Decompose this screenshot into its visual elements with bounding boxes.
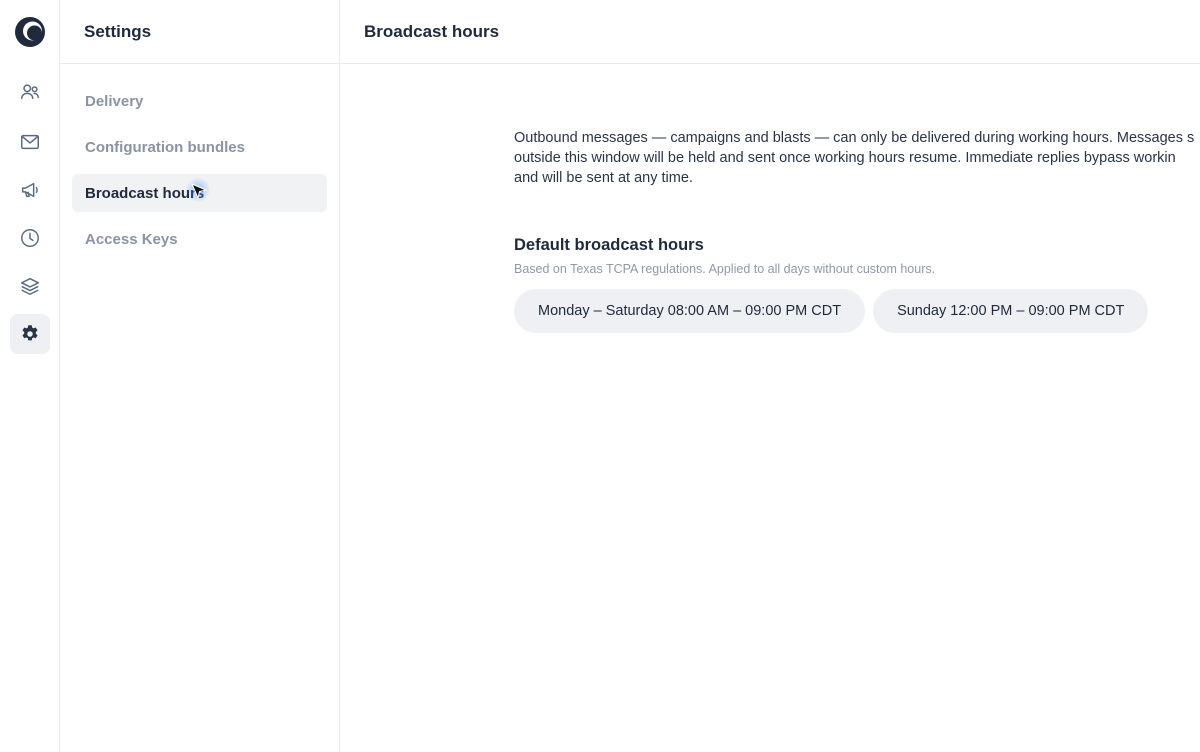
description-text: Outbound messages — campaigns and blasts… (514, 128, 1200, 188)
crescent-logo-icon[interactable] (14, 16, 46, 48)
description-line: outside this window will be held and sen… (514, 150, 1176, 166)
page-title: Broadcast hours (340, 0, 1200, 64)
main-panel: Broadcast hours Outbound messages — camp… (340, 0, 1200, 752)
nav-inbox-button[interactable] (10, 122, 50, 162)
section-title: Default broadcast hours (514, 236, 704, 254)
description-line: and will be sent at any time. (514, 170, 693, 186)
subnav-list: Delivery Configuration bundles Broadcast… (60, 64, 339, 258)
megaphone-icon (21, 182, 38, 198)
section-subtitle: Based on Texas TCPA regulations. Applied… (514, 262, 936, 276)
nav-settings-button[interactable] (10, 314, 50, 354)
description-line: Outbound messages — campaigns and blasts… (514, 130, 1195, 146)
clock-icon (21, 229, 39, 247)
nav-contacts-button[interactable] (10, 72, 50, 112)
nav-history-button[interactable] (10, 218, 50, 258)
subnav-item-broadcast-hours[interactable]: Broadcast hours (72, 174, 327, 212)
hours-pill-group: Monday – Saturday 08:00 AM – 09:00 PM CD… (514, 289, 1200, 333)
subnav-title: Settings (60, 0, 339, 64)
nav-campaigns-button[interactable] (10, 170, 50, 210)
nav-layers-button[interactable] (10, 266, 50, 306)
settings-subnav: Settings Delivery Configuration bundles … (60, 0, 340, 752)
icon-rail (0, 0, 60, 752)
layers-icon (21, 277, 39, 295)
subnav-item-access-keys[interactable]: Access Keys (72, 220, 327, 258)
envelope-icon (21, 134, 39, 150)
gear-icon (22, 325, 38, 341)
subnav-item-configuration-bundles[interactable]: Configuration bundles (72, 128, 327, 166)
broadcast-hours-content: Outbound messages — campaigns and blasts… (514, 128, 1200, 333)
hours-pill-weekday: Monday – Saturday 08:00 AM – 09:00 PM CD… (514, 289, 866, 333)
hours-pill-sunday: Sunday 12:00 PM – 09:00 PM CDT (873, 289, 1149, 333)
subnav-item-delivery[interactable]: Delivery (72, 82, 327, 120)
people-icon (21, 84, 39, 100)
